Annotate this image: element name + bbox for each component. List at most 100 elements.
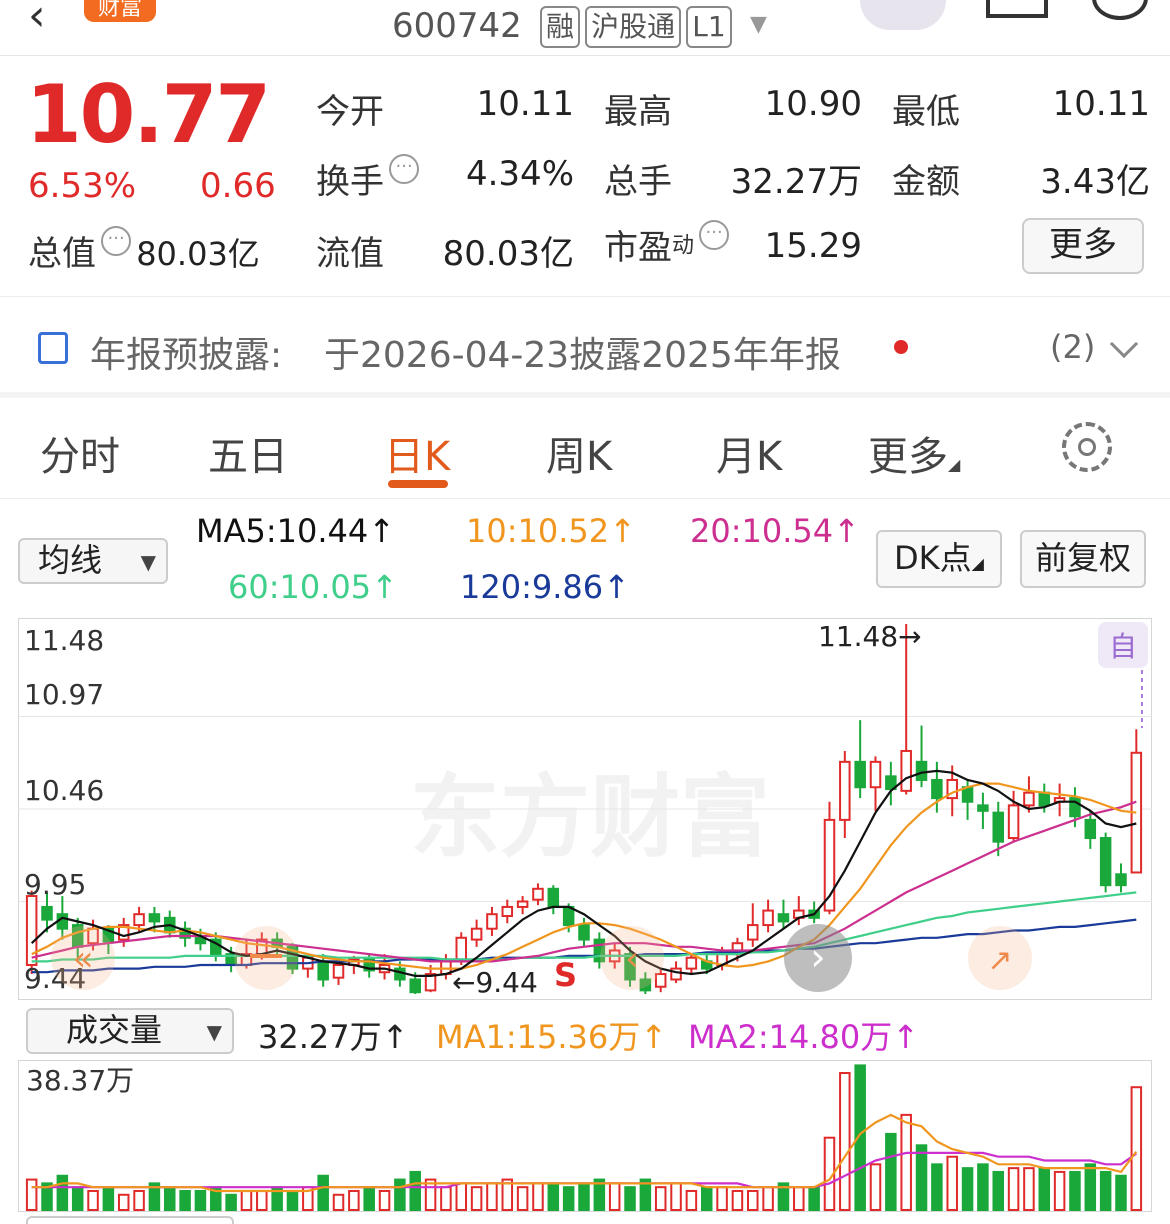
volume-bar[interactable] bbox=[900, 1113, 912, 1212]
more-button[interactable]: 更多 bbox=[1022, 218, 1144, 274]
volume-bar[interactable] bbox=[225, 1193, 237, 1211]
volume-bar[interactable] bbox=[992, 1170, 1005, 1211]
candle-body[interactable] bbox=[747, 924, 759, 941]
volume-bar[interactable] bbox=[578, 1182, 590, 1212]
volume-bar[interactable] bbox=[762, 1186, 774, 1211]
volume-bar[interactable] bbox=[1038, 1167, 1051, 1212]
volume-bar[interactable] bbox=[440, 1186, 452, 1211]
candle-body[interactable] bbox=[1007, 804, 1020, 840]
candle-body[interactable] bbox=[470, 927, 483, 941]
back-icon[interactable]: ‹ bbox=[28, 0, 46, 41]
volume-bar[interactable] bbox=[1007, 1167, 1020, 1212]
tab-more[interactable]: 更多◢ bbox=[868, 424, 960, 482]
notice-bar[interactable]: 年报预披露: 于2026-04-23披露2025年年报 (2) bbox=[0, 300, 1170, 392]
tab-intraday[interactable]: 分时 bbox=[40, 424, 120, 482]
volume-bar[interactable] bbox=[532, 1182, 544, 1212]
volume-bar[interactable] bbox=[731, 1189, 744, 1211]
candle-body[interactable] bbox=[869, 760, 882, 789]
ma-select[interactable]: 均线 ▼ bbox=[18, 538, 168, 584]
volume-bar[interactable] bbox=[915, 1144, 928, 1211]
candle-body[interactable] bbox=[839, 760, 851, 821]
volume-bar[interactable] bbox=[133, 1189, 145, 1211]
volume-bar[interactable] bbox=[808, 1186, 820, 1211]
search-icon[interactable] bbox=[1092, 0, 1148, 20]
volume-bar[interactable] bbox=[194, 1189, 207, 1211]
volume-bar[interactable] bbox=[163, 1186, 176, 1211]
volume-bar[interactable] bbox=[378, 1189, 391, 1211]
candle-body[interactable] bbox=[501, 905, 514, 918]
candle-body[interactable] bbox=[578, 924, 590, 941]
volume-bar[interactable] bbox=[1099, 1170, 1112, 1211]
window-icon[interactable] bbox=[986, 0, 1048, 18]
volume-bar[interactable] bbox=[394, 1178, 406, 1212]
candle-body[interactable] bbox=[977, 804, 989, 812]
candle-body[interactable] bbox=[1115, 873, 1127, 887]
volume-bar[interactable] bbox=[117, 1193, 130, 1211]
candle-body[interactable] bbox=[992, 811, 1005, 843]
dropdown-icon[interactable]: ▼ bbox=[750, 12, 767, 37]
volume-bar[interactable] bbox=[486, 1182, 498, 1212]
volume-bar[interactable] bbox=[317, 1174, 329, 1211]
candle-body[interactable] bbox=[762, 909, 774, 927]
volume-bar[interactable] bbox=[179, 1189, 191, 1211]
volume-bar[interactable] bbox=[71, 1186, 84, 1211]
chevron-down-icon[interactable] bbox=[1109, 329, 1139, 359]
sell-signal[interactable]: S bbox=[554, 956, 577, 994]
volume-bar[interactable] bbox=[700, 1186, 713, 1211]
candle-body[interactable] bbox=[900, 749, 912, 792]
volume-bar[interactable] bbox=[455, 1182, 468, 1212]
volume-chart[interactable]: 38.37万 bbox=[18, 1060, 1152, 1212]
candle-body[interactable] bbox=[854, 760, 866, 789]
volume-bar[interactable] bbox=[256, 1189, 268, 1211]
candle-body[interactable] bbox=[25, 895, 38, 966]
candle-body[interactable] bbox=[1023, 791, 1035, 807]
volume-select[interactable]: 成交量 ▼ bbox=[26, 1008, 234, 1054]
candle-body[interactable] bbox=[670, 967, 682, 981]
candle-body[interactable] bbox=[332, 963, 345, 979]
volume-bar[interactable] bbox=[516, 1186, 529, 1211]
volume-bar[interactable] bbox=[793, 1186, 805, 1211]
volume-bar[interactable] bbox=[624, 1186, 636, 1211]
candle-body[interactable] bbox=[1099, 837, 1112, 887]
volume-bar[interactable] bbox=[1069, 1170, 1081, 1211]
candle-body[interactable] bbox=[1084, 818, 1097, 840]
volume-bar[interactable] bbox=[977, 1163, 989, 1211]
candle-body[interactable] bbox=[931, 778, 943, 800]
volume-bar[interactable] bbox=[562, 1186, 575, 1211]
volume-bar[interactable] bbox=[670, 1182, 682, 1212]
candle-body[interactable] bbox=[516, 900, 529, 908]
tab-weekly-k[interactable]: 周K bbox=[546, 424, 612, 482]
volume-bar[interactable] bbox=[102, 1186, 115, 1211]
kline-chart[interactable]: 东方财富 11.48 10.97 10.46 9.95 9.44 11.48→ … bbox=[18, 618, 1152, 1000]
tab-five-day[interactable]: 五日 bbox=[208, 424, 288, 482]
candle-body[interactable] bbox=[532, 887, 544, 901]
candle-body[interactable] bbox=[148, 913, 161, 923]
stock-code[interactable]: 600742 bbox=[392, 6, 522, 46]
volume-bar[interactable] bbox=[1130, 1086, 1143, 1212]
candle-body[interactable] bbox=[1038, 791, 1051, 807]
candle-body[interactable] bbox=[777, 913, 790, 923]
volume-bar[interactable] bbox=[931, 1163, 943, 1211]
volume-bar[interactable] bbox=[348, 1189, 360, 1211]
volume-bar[interactable] bbox=[1084, 1163, 1097, 1211]
volume-bar[interactable] bbox=[470, 1186, 483, 1211]
volume-bar[interactable] bbox=[87, 1189, 99, 1211]
pe-info-icon[interactable]: ··· bbox=[699, 220, 730, 250]
volume-bar[interactable] bbox=[56, 1174, 69, 1211]
volume-bar[interactable] bbox=[654, 1186, 667, 1211]
volume-bar[interactable] bbox=[885, 1132, 897, 1211]
candle-body[interactable] bbox=[317, 960, 329, 981]
candle-body[interactable] bbox=[133, 913, 145, 927]
volume-bar[interactable] bbox=[286, 1189, 299, 1211]
dk-point-button[interactable]: DK点◢ bbox=[876, 530, 1002, 588]
volume-bar[interactable] bbox=[946, 1155, 958, 1212]
more-info-icon[interactable]: ··· bbox=[101, 226, 132, 256]
volume-bar[interactable] bbox=[1115, 1174, 1127, 1211]
candle-body[interactable] bbox=[41, 905, 53, 921]
candle-body[interactable] bbox=[455, 936, 468, 961]
volume-bar[interactable] bbox=[685, 1189, 698, 1211]
candle-body[interactable] bbox=[486, 913, 498, 930]
candle-body[interactable] bbox=[547, 887, 560, 908]
tab-monthly-k[interactable]: 月K bbox=[716, 424, 782, 482]
volume-bar[interactable] bbox=[869, 1163, 882, 1211]
